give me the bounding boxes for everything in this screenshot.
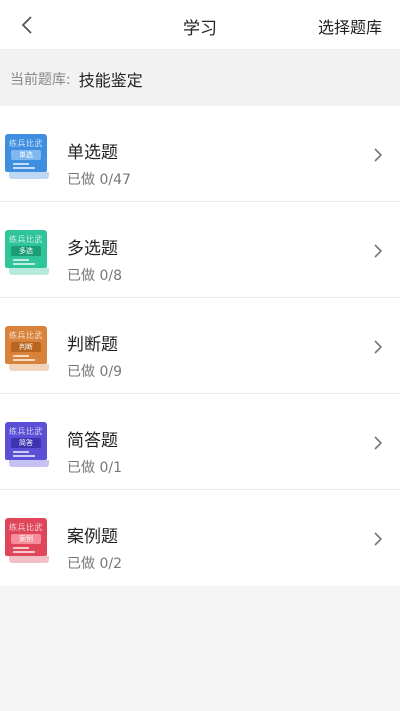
question-type-progress: 已做 0/1 [67,460,122,476]
book-top-text: 练兵比武 [9,523,43,532]
current-bank-name: 技能鉴定 [78,70,143,90]
question-type-name: 单选题 [67,143,118,163]
question-type-name: 判断题 [67,335,118,355]
book-top-text: 练兵比武 [9,427,43,436]
book-icon: 练兵比武 判断 [5,326,49,371]
book-band: 案例 [11,534,41,544]
chevron-right-icon [374,244,383,258]
question-type-item-case[interactable]: 练兵比武 案例 案例题 已做 0/2 [0,490,400,586]
question-type-item-judge[interactable]: 练兵比武 判断 判断题 已做 0/9 [0,298,400,394]
question-type-progress: 已做 0/47 [67,172,131,188]
book-top-text: 练兵比武 [9,139,43,148]
question-type-progress: 已做 0/9 [67,364,122,380]
question-type-progress: 已做 0/8 [67,268,122,284]
chevron-right-icon [374,436,383,450]
book-page [9,556,49,563]
book-band: 单选 [11,150,41,160]
question-type-name: 简答题 [67,431,118,451]
question-type-item-multiple[interactable]: 练兵比武 多选 多选题 已做 0/8 [0,202,400,298]
book-page [9,460,49,467]
book-band: 判断 [11,342,41,352]
book-band: 多选 [11,246,41,256]
question-type-progress: 已做 0/2 [67,556,122,572]
book-icon: 练兵比武 简答 [5,422,49,467]
book-band: 简答 [11,438,41,448]
book-page [9,364,49,371]
current-bank-bar: 当前题库: 技能鉴定 [0,51,400,106]
question-type-item-short-answer[interactable]: 练兵比武 简答 简答题 已做 0/1 [0,394,400,490]
chevron-right-icon [374,532,383,546]
question-type-name: 案例题 [67,527,118,547]
chevron-right-icon [374,148,383,162]
book-page [9,172,49,179]
book-icon: 练兵比武 单选 [5,134,49,179]
question-type-list: 练兵比武 单选 单选题 已做 0/47 练兵比武 多选 多选题 已做 0/8 练… [0,106,400,586]
book-icon: 练兵比武 多选 [5,230,49,275]
book-top-text: 练兵比武 [9,331,43,340]
select-bank-button[interactable]: 选择题库 [318,14,382,38]
current-bank-label: 当前题库: [10,71,71,88]
question-type-name: 多选题 [67,239,118,259]
book-icon: 练兵比武 案例 [5,518,49,563]
question-type-item-single[interactable]: 练兵比武 单选 单选题 已做 0/47 [0,106,400,202]
chevron-right-icon [374,340,383,354]
book-page [9,268,49,275]
top-nav-bar: 学习 选择题库 [0,0,400,50]
book-top-text: 练兵比武 [9,235,43,244]
